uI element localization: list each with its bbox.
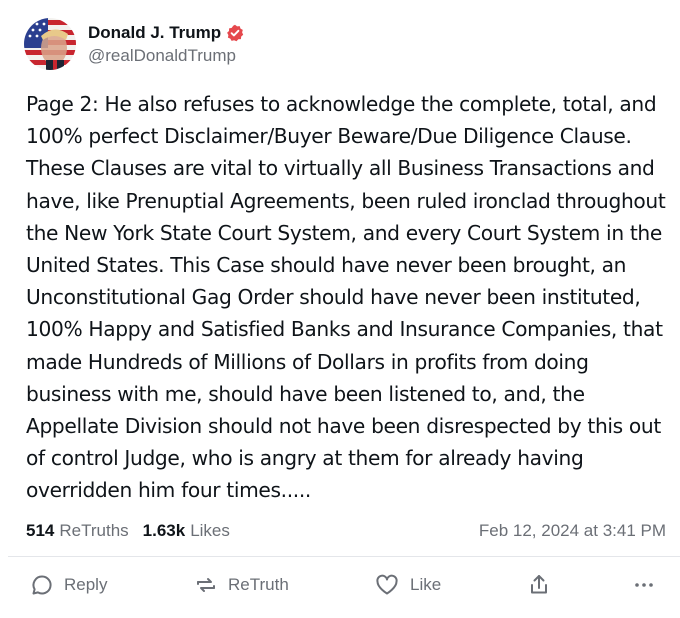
like-button[interactable]: Like <box>374 573 441 597</box>
avatar-image <box>24 18 76 70</box>
more-button[interactable] <box>632 573 656 597</box>
likes-count: 1.63k <box>142 521 186 540</box>
retruths-stat[interactable]: 514 ReTruths <box>26 521 129 541</box>
retruth-label: ReTruth <box>228 575 289 594</box>
post-header: Donald J. Trump @realDonaldTrump <box>24 16 244 72</box>
post-text: Page 2: He also refuses to acknowledge t… <box>26 92 666 503</box>
reply-button[interactable]: Reply <box>30 573 107 597</box>
handle[interactable]: @realDonaldTrump <box>88 46 244 66</box>
display-name[interactable]: Donald J. Trump <box>88 23 221 43</box>
verified-check-icon <box>226 24 244 42</box>
post-stats: 514 ReTruths 1.63k Likes Feb 12, 2024 at… <box>26 519 666 543</box>
truth-post: Donald J. Trump @realDonaldTrump Page 2:… <box>0 0 680 618</box>
heart-icon <box>374 573 400 597</box>
author-block: Donald J. Trump @realDonaldTrump <box>88 23 244 66</box>
avatar[interactable] <box>24 18 76 70</box>
likes-stat[interactable]: 1.63k Likes <box>143 521 230 541</box>
like-label: Like <box>410 575 442 594</box>
name-row: Donald J. Trump <box>88 23 244 43</box>
timestamp[interactable]: Feb 12, 2024 at 3:41 PM <box>479 521 666 541</box>
share-upload-icon <box>527 573 551 597</box>
action-bar: Reply ReTruth Like <box>30 570 666 600</box>
share-button[interactable] <box>527 573 551 597</box>
repost-arrows-icon <box>194 573 218 597</box>
likes-label: Likes <box>190 521 230 540</box>
retruths-count: 514 <box>26 521 55 540</box>
reply-label: Reply <box>64 575 108 594</box>
speech-bubble-icon <box>30 573 54 597</box>
more-dots-icon <box>632 573 656 597</box>
divider <box>8 556 680 557</box>
retruths-label: ReTruths <box>59 521 129 540</box>
retruth-button[interactable]: ReTruth <box>194 573 289 597</box>
